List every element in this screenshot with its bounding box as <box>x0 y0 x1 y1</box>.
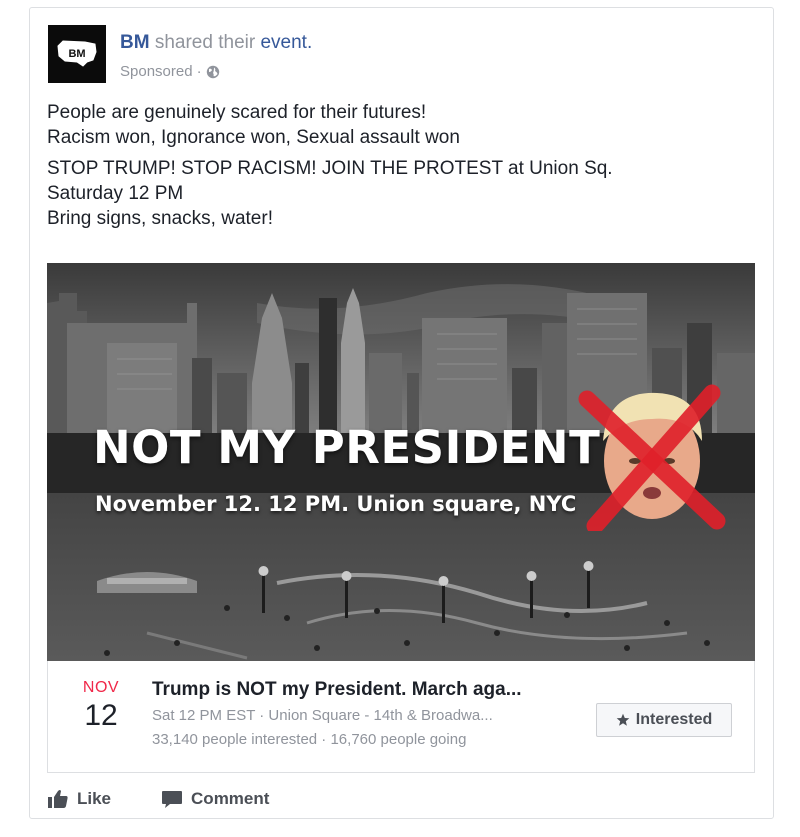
like-label: Like <box>77 789 112 808</box>
bm-logo-icon: BM <box>57 40 97 67</box>
sponsored-label[interactable]: Sponsored <box>120 63 193 80</box>
meta-separator: · <box>196 63 202 80</box>
cover-dateline: November 12. 12 PM. Union square, NYC <box>95 492 577 516</box>
interested-button[interactable]: Interested <box>596 703 732 737</box>
cover-headline: NOT MY PRESIDENT <box>93 421 601 474</box>
thumbs-up-icon <box>48 790 68 808</box>
shared-text: shared their <box>154 32 256 53</box>
event-attachment[interactable]: NOV 12 Trump is NOT my President. March … <box>47 661 755 773</box>
interested-label: Interested <box>635 711 713 728</box>
crossed-out-face-image <box>578 384 726 531</box>
star-icon <box>616 713 630 726</box>
post-meta: Sponsored · <box>120 63 220 80</box>
comment-button[interactable]: Comment <box>161 789 269 809</box>
post-actions: Like Comment <box>47 784 269 814</box>
event-time-location: Sat 12 PM EST · Union Square - 14th & Br… <box>152 707 493 724</box>
post-header: BM shared their event. <box>120 32 312 54</box>
comment-icon <box>162 791 183 808</box>
event-month: NOV <box>82 679 120 696</box>
event-date: NOV 12 <box>66 679 136 733</box>
event-cover-image[interactable]: NOT MY PRESIDENT November 12. 12 PM. Uni… <box>47 263 755 661</box>
comment-label: Comment <box>191 789 270 808</box>
post-paragraph-1: People are genuinely scared for their fu… <box>47 102 460 148</box>
event-attendance: 33,140 people interested · 16,760 people… <box>152 731 467 748</box>
globe-icon <box>206 65 219 78</box>
page-name-link[interactable]: BM <box>120 32 150 53</box>
avatar-text: BM <box>68 48 85 60</box>
like-button[interactable]: Like <box>47 789 111 809</box>
sponsored-post-card: BM BM shared their event. Sponsored · Pe… <box>29 7 774 819</box>
post-paragraph-2: STOP TRUMP! STOP RACISM! JOIN THE PROTES… <box>47 158 613 229</box>
page-avatar[interactable]: BM <box>48 25 106 83</box>
event-title[interactable]: Trump is NOT my President. March aga... <box>152 679 522 701</box>
event-link[interactable]: event. <box>260 32 312 53</box>
event-day: 12 <box>84 699 118 732</box>
post-body: People are genuinely scared for their fu… <box>47 100 747 237</box>
